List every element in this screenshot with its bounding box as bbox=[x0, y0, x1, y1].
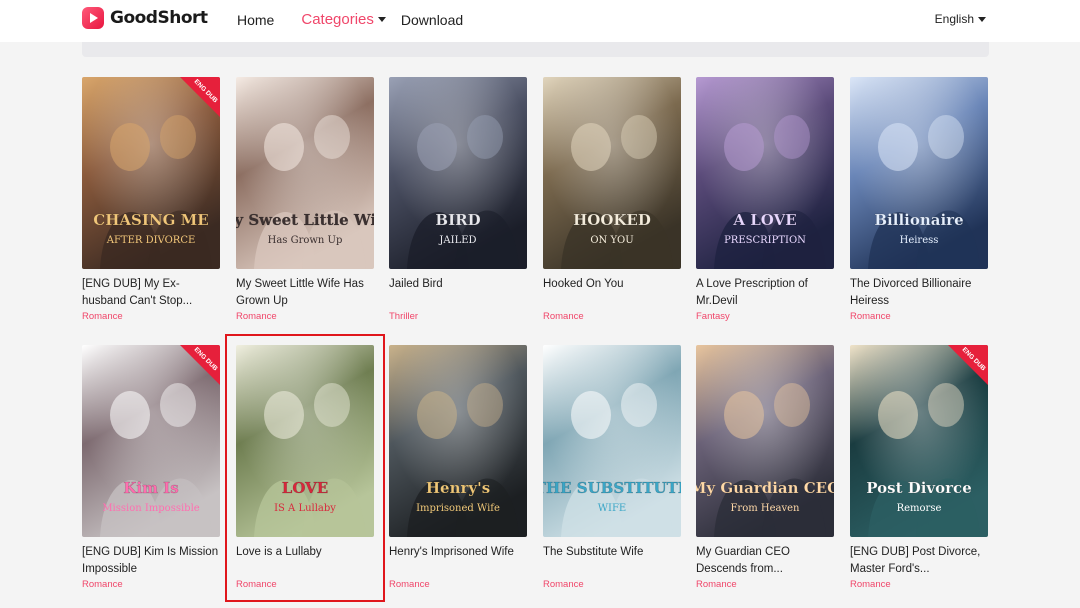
book-genre-tag[interactable]: Romance bbox=[82, 311, 220, 322]
logo-text: GoodShort bbox=[110, 8, 208, 28]
book-genre-tag[interactable]: Romance bbox=[82, 579, 220, 590]
cover-title-text: BIRD bbox=[435, 211, 480, 229]
cover-title-text: Billionaire bbox=[874, 211, 963, 229]
cover-title-text: CHASING ME bbox=[93, 211, 208, 229]
language-selector[interactable]: English bbox=[935, 12, 986, 26]
book-genre-tag[interactable]: Romance bbox=[236, 579, 374, 590]
book-card[interactable]: THE SUBSTITUTE WIFE The Substitute WifeRom… bbox=[543, 345, 681, 590]
book-title-link[interactable]: Love is a Lullaby bbox=[236, 544, 374, 578]
book-cover-image[interactable]: A LOVE PRESCRIPTION bbox=[696, 77, 834, 269]
book-card[interactable]: My Guardian CEO From Heaven My Guardian CE… bbox=[696, 345, 834, 590]
nav-download-link[interactable]: Download bbox=[401, 12, 463, 28]
cover-subtitle-text: Remorse bbox=[897, 503, 942, 514]
book-title-link[interactable]: A Love Prescription of Mr.Devil bbox=[696, 276, 834, 310]
goodshort-logo[interactable]: GoodShort bbox=[82, 7, 208, 29]
book-title-link[interactable]: The Substitute Wife bbox=[543, 544, 681, 578]
cover-title-text: My Guardian CEO bbox=[696, 479, 834, 497]
play-logo-icon bbox=[82, 7, 104, 29]
book-genre-tag[interactable]: Fantasy bbox=[696, 311, 834, 322]
cover-title-text: A LOVE bbox=[732, 211, 796, 229]
cover-subtitle-text: From Heaven bbox=[730, 503, 800, 514]
book-cover-image[interactable]: HOOKED ON YOU bbox=[543, 77, 681, 269]
book-cover-image[interactable]: THE SUBSTITUTE WIFE bbox=[543, 345, 681, 537]
chevron-down-icon bbox=[377, 17, 386, 22]
chevron-down-icon bbox=[978, 16, 986, 22]
book-card[interactable]: LOVE IS A Lullaby Love is a Lullaby Romance bbox=[236, 345, 374, 590]
banner-strip bbox=[82, 42, 989, 57]
book-cover-image[interactable]: My Sweet Little Wife Has Grown Up bbox=[236, 77, 374, 269]
book-genre-tag[interactable]: Romance bbox=[389, 579, 527, 590]
book-genre-tag[interactable]: Romance bbox=[236, 311, 374, 322]
book-genre-tag[interactable]: Romance bbox=[696, 579, 834, 590]
cover-subtitle-text: AFTER DIVORCE bbox=[106, 235, 196, 246]
cover-title-text: Post Divorce bbox=[866, 479, 971, 497]
book-title-link[interactable]: [ENG DUB] My Ex-husband Can't Stop... bbox=[82, 276, 220, 310]
book-genre-tag[interactable]: Romance bbox=[850, 579, 988, 590]
book-cover-image[interactable]: Kim Is Mission Impossible ENG DUB bbox=[82, 345, 220, 537]
cover-subtitle-text: PRESCRIPTION bbox=[724, 235, 806, 246]
book-card[interactable]: BIRD JAILED Jailed Bird Thriller bbox=[389, 77, 527, 322]
book-cover-image[interactable]: Henry's Imprisoned Wife bbox=[389, 345, 527, 537]
cover-title-text: Henry's bbox=[426, 479, 490, 497]
book-card[interactable]: HOOKED ON YOU Hooked On You Romance bbox=[543, 77, 681, 322]
cover-subtitle-text: Has Grown Up bbox=[268, 235, 343, 246]
cover-subtitle-text: IS A Lullaby bbox=[274, 503, 336, 514]
cover-subtitle-text: Imprisoned Wife bbox=[416, 503, 500, 514]
book-cover-image[interactable]: Billionaire Heiress bbox=[850, 77, 988, 269]
book-card[interactable]: Post Divorce Remorse ENG DUB [ENG DUB] Post… bbox=[850, 345, 988, 590]
book-genre-tag[interactable]: Romance bbox=[543, 579, 681, 590]
book-title-link[interactable]: My Sweet Little Wife Has Grown Up bbox=[236, 276, 374, 310]
book-card[interactable]: Kim Is Mission Impossible ENG DUB [ENG DUB]… bbox=[82, 345, 220, 590]
book-cover-image[interactable]: Post Divorce Remorse ENG DUB bbox=[850, 345, 988, 537]
nav-categories-link[interactable]: Categories bbox=[301, 11, 386, 28]
book-cover-image[interactable]: My Guardian CEO From Heaven bbox=[696, 345, 834, 537]
book-cover-image[interactable]: LOVE IS A Lullaby bbox=[236, 345, 374, 537]
cover-subtitle-text: ON YOU bbox=[590, 235, 633, 246]
nav-categories-label: Categories bbox=[301, 11, 374, 28]
book-genre-tag[interactable]: Romance bbox=[543, 311, 681, 322]
cover-title-text: Kim Is bbox=[123, 479, 178, 497]
book-card[interactable]: CHASING ME AFTER DIVORCE ENG DUB [ENG DUB] … bbox=[82, 77, 220, 322]
book-cover-image[interactable]: BIRD JAILED bbox=[389, 77, 527, 269]
book-card[interactable]: A LOVE PRESCRIPTION A Love Prescription of… bbox=[696, 77, 834, 322]
cover-title-text: LOVE bbox=[282, 479, 328, 497]
book-title-link[interactable]: Hooked On You bbox=[543, 276, 681, 310]
book-title-link[interactable]: Jailed Bird bbox=[389, 276, 527, 310]
cover-subtitle-text: WIFE bbox=[598, 503, 626, 514]
book-title-link[interactable]: [ENG DUB] Post Divorce, Master Ford's... bbox=[850, 544, 988, 578]
main-nav: Home Categories Download bbox=[237, 11, 463, 28]
book-title-link[interactable]: Henry's Imprisoned Wife bbox=[389, 544, 527, 578]
book-title-link[interactable]: [ENG DUB] Kim Is Mission Impossible bbox=[82, 544, 220, 578]
language-label: English bbox=[934, 12, 974, 26]
top-header: GoodShort Home Categories Download Engli… bbox=[0, 0, 1080, 42]
cover-subtitle-text: Heiress bbox=[900, 235, 939, 246]
book-genre-tag[interactable]: Romance bbox=[850, 311, 988, 322]
book-card[interactable]: Billionaire Heiress The Divorced Billionai… bbox=[850, 77, 988, 322]
cover-title-text: HOOKED bbox=[573, 211, 651, 229]
cover-subtitle-text: JAILED bbox=[438, 235, 476, 246]
book-cover-image[interactable]: CHASING ME AFTER DIVORCE ENG DUB bbox=[82, 77, 220, 269]
nav-home-link[interactable]: Home bbox=[237, 12, 274, 28]
book-card[interactable]: My Sweet Little WifeHas Grown UpMy Sweet… bbox=[236, 77, 374, 322]
cover-title-text: THE SUBSTITUTE bbox=[543, 479, 681, 497]
cover-title-text: My Sweet Little Wife bbox=[236, 211, 374, 229]
book-genre-tag[interactable]: Thriller bbox=[389, 311, 527, 322]
book-title-link[interactable]: The Divorced Billionaire Heiress bbox=[850, 276, 988, 310]
book-title-link[interactable]: My Guardian CEO Descends from... bbox=[696, 544, 834, 578]
book-card[interactable]: Henry's Imprisoned Wife Henry's Imprisoned… bbox=[389, 345, 527, 590]
cover-subtitle-text: Mission Impossible bbox=[102, 503, 199, 514]
